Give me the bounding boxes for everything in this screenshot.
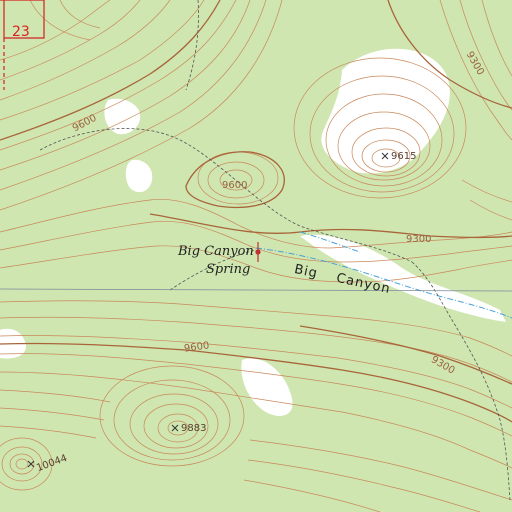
map-canvas	[0, 0, 512, 512]
topographic-map[interactable]: 23 9600 9600 9300 9600 9300 9300 9615 98…	[0, 0, 512, 512]
contour-label-9600-knob: 9600	[222, 180, 248, 191]
spot-elevation-9883: 9883	[181, 423, 207, 434]
spring-name-line2[interactable]: Spring	[206, 262, 250, 277]
spot-elevation-9615: 9615	[391, 151, 417, 162]
contour-label-9300-canyon: 9300	[406, 234, 432, 245]
spring-name-line1[interactable]: Big Canyon	[178, 244, 254, 259]
section-number-label: 23	[12, 24, 30, 40]
